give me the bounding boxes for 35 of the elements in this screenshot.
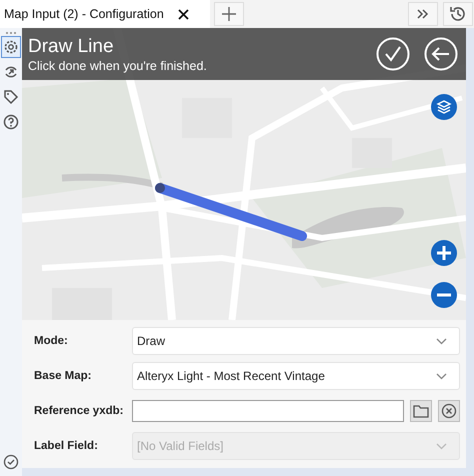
banner-title: Draw Line — [28, 35, 115, 59]
expand-button[interactable] — [408, 2, 438, 26]
plus-icon — [437, 246, 451, 260]
add-tab-button[interactable] — [214, 2, 244, 26]
field-label: Label Field: — [34, 440, 99, 452]
field-label: Reference yxdb: — [34, 405, 124, 417]
layers-icon — [436, 99, 452, 115]
sidebar-item[interactable] — [1, 36, 21, 58]
folder-icon — [413, 404, 429, 418]
done-button[interactable] — [376, 37, 410, 71]
check-circle-icon — [376, 37, 410, 71]
chevron-icon — [436, 442, 447, 450]
chevron-icon — [436, 338, 447, 344]
clear-button[interactable] — [438, 400, 460, 422]
input-field[interactable] — [132, 400, 404, 422]
close-icon[interactable] — [178, 8, 189, 20]
target-arrow-icon — [3, 64, 19, 80]
help-icon — [3, 114, 19, 130]
browse-button[interactable] — [410, 400, 432, 422]
history-button[interactable] — [443, 2, 473, 26]
chevron-icon — [436, 372, 447, 380]
tab[interactable]: Map Input (2) - Configuration — [0, 0, 210, 28]
history-icon — [449, 5, 467, 23]
field-label: Base Map: — [34, 370, 93, 382]
clear-icon — [441, 403, 457, 419]
tag-icon — [3, 89, 19, 105]
gear-icon — [3, 39, 19, 55]
dropdown[interactable]: Alteryx Light - Most Recent Vintage — [132, 362, 460, 390]
check-circle-icon — [3, 454, 19, 470]
double-chevron-icon — [417, 9, 429, 19]
back-button[interactable] — [424, 37, 458, 71]
plus-icon — [222, 7, 236, 21]
field-label: Mode: — [34, 335, 69, 347]
banner-subtitle: Click done when you're finished. — [28, 59, 208, 73]
dropdown[interactable]: Draw — [132, 327, 460, 355]
